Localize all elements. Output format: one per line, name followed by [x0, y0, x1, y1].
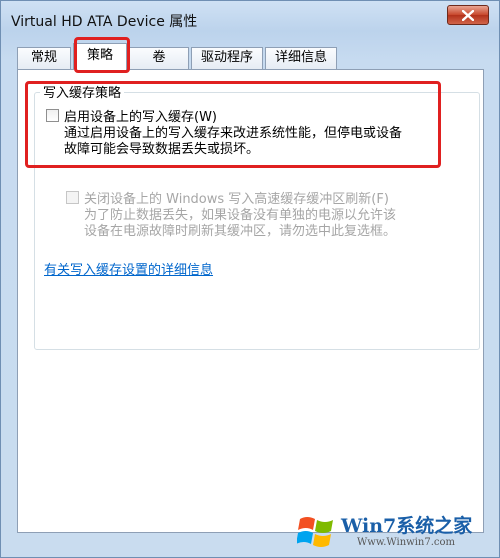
- tab-general[interactable]: 常规: [17, 47, 71, 69]
- tab-volumes[interactable]: 卷: [129, 47, 189, 69]
- disable-flush-label[interactable]: 关闭设备上的 Windows 写入高速缓存缓冲区刷新(F): [84, 188, 389, 207]
- properties-window: Virtual HD ATA Device 属性 常规 策略 卷 驱动程序 详细…: [0, 0, 500, 558]
- watermark: Win7系统之家 Www.Winwin7.com: [293, 509, 493, 553]
- watermark-brand: Win7系统之家: [341, 515, 473, 537]
- enable-write-cache-desc-line1: 通过启用设备上的写入缓存来改进系统性能，但停电或设备: [64, 126, 403, 141]
- write-cache-group-title: 写入缓存策略: [40, 82, 125, 101]
- disable-flush-desc-line1: 为了防止数据丢失，如果设备没有单独的电源以允许该: [84, 208, 397, 223]
- windows-logo-icon: [297, 517, 333, 547]
- disable-flush-desc-line2: 设备在电源故障时刷新其缓冲区，请勿选中此复选框。: [84, 224, 397, 239]
- enable-write-cache-checkbox[interactable]: [46, 109, 59, 122]
- tab-panel-policies: 写入缓存策略 启用设备上的写入缓存(W) 通过启用设备上的写入缓存来改进系统性能…: [17, 69, 484, 533]
- tab-details[interactable]: 详细信息: [265, 47, 337, 69]
- tab-driver[interactable]: 驱动程序: [191, 47, 263, 69]
- tab-policies[interactable]: 策略: [73, 43, 127, 70]
- watermark-url: Www.Winwin7.com: [357, 537, 455, 548]
- disable-flush-checkbox[interactable]: [66, 191, 79, 204]
- close-icon: [462, 9, 474, 21]
- enable-write-cache-desc-line2: 故障可能会导致数据丢失或损坏。: [64, 142, 260, 157]
- window-title: Virtual HD ATA Device 属性: [11, 14, 198, 30]
- close-button[interactable]: [447, 5, 489, 25]
- write-cache-info-link[interactable]: 有关写入缓存设置的详细信息: [44, 259, 213, 278]
- enable-write-cache-label[interactable]: 启用设备上的写入缓存(W): [64, 106, 217, 125]
